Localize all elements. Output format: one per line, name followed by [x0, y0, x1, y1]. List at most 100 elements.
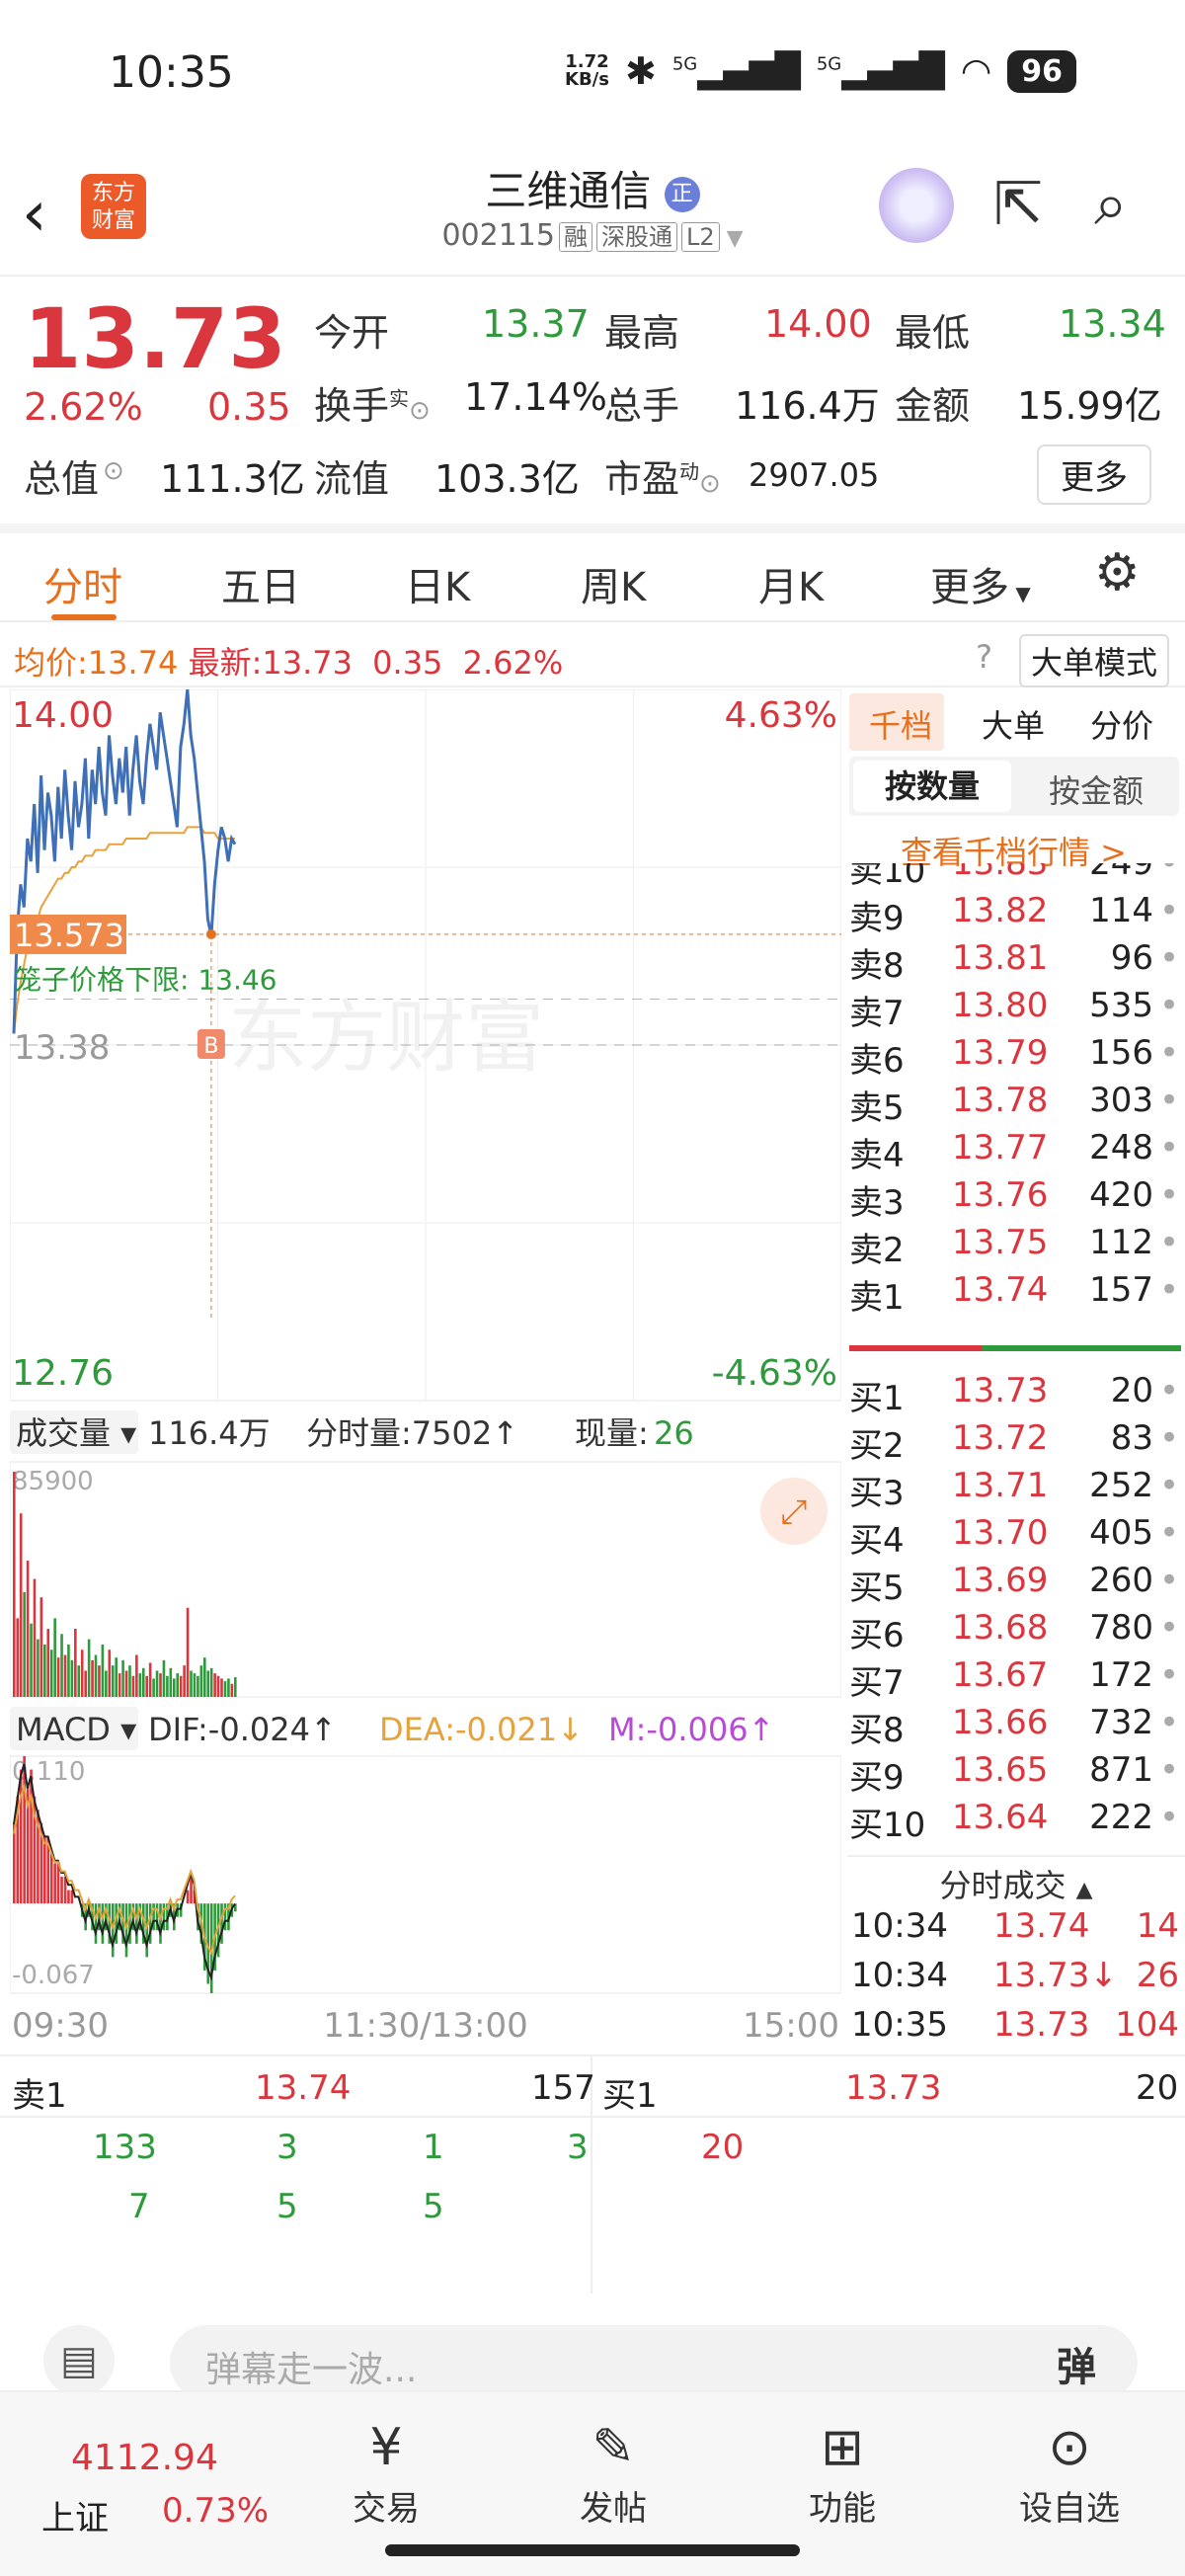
ask-queue-item: 7	[128, 2187, 150, 2226]
more-button[interactable]: 更多	[1037, 444, 1151, 505]
bid-row[interactable]: 买8 13.66 732 •	[849, 1699, 1181, 1750]
quote-panel: 13.73 2.62% 0.35 总值 ⊙ 111.3亿 今开 13.37 最高…	[0, 279, 1185, 516]
search-icon[interactable]: ⌕	[1094, 170, 1128, 239]
level-volume: 172	[1089, 1655, 1153, 1695]
level-price: 13.72	[952, 1418, 1049, 1458]
danmu-toggle-icon[interactable]: ▤	[43, 2325, 115, 2396]
ask-row[interactable]: 卖1 13.74 157 •	[849, 1266, 1181, 1318]
ask-row[interactable]: 卖7 13.80 535 •	[849, 982, 1181, 1033]
net-speed: 1.72 KB/s	[565, 51, 609, 90]
tab-monthly-k[interactable]: 月K	[758, 555, 824, 612]
queue-detail: 卖1 13.74 157 买1 13.73 20 133 3 1 3 7 5 5…	[0, 2054, 1185, 2294]
level-label: 买1	[849, 1379, 905, 1418]
tab-daily-k[interactable]: 日K	[405, 555, 470, 612]
ask-row[interactable]: 卖9 13.82 114 •	[849, 887, 1181, 938]
bid-row[interactable]: 买1 13.73 20 •	[849, 1367, 1181, 1418]
nav-trade[interactable]: ¥ 交易	[322, 2418, 450, 2530]
ask-queue-item: 133	[93, 2128, 157, 2167]
tab-more[interactable]: 更多 ▼	[930, 555, 1031, 612]
help-icon[interactable]: ?	[976, 638, 992, 676]
level-price: 13.78	[952, 1081, 1049, 1120]
buy-marker: B	[203, 1034, 218, 1059]
ask-row[interactable]: 卖2 13.75 112 •	[849, 1219, 1181, 1270]
low-label: 最低	[895, 311, 971, 355]
bid-row[interactable]: 买5 13.69 260 •	[849, 1557, 1181, 1608]
danmu-send-button[interactable]: 弹	[1057, 2335, 1096, 2392]
dot-icon: •	[1158, 1608, 1179, 1648]
bid-row[interactable]: 买2 13.72 83 •	[849, 1414, 1181, 1466]
ask-row[interactable]: 卖5 13.78 303 •	[849, 1077, 1181, 1128]
ask-row[interactable]: 卖10 13.83 249 •	[849, 863, 1181, 891]
trade-time: 10:35	[851, 2005, 948, 2045]
level-volume: 871	[1089, 1750, 1153, 1790]
volume-bar	[220, 1678, 223, 1697]
dot-icon: •	[1158, 1561, 1179, 1600]
change-amount: 0.35	[207, 385, 291, 429]
ask-row[interactable]: 卖8 13.81 96 •	[849, 934, 1181, 986]
level-volume: 405	[1089, 1513, 1153, 1553]
sub-tab-by-amount[interactable]: 按金额	[1017, 766, 1175, 812]
settings-gear-icon[interactable]: ⚙	[1094, 543, 1141, 603]
macd-max-label: 0.110	[12, 1757, 85, 1787]
share-icon[interactable]: ⇱	[993, 170, 1043, 239]
tag-l2[interactable]: L2	[680, 222, 720, 252]
macd-bar	[67, 1890, 70, 1904]
volume-bar	[43, 1644, 46, 1697]
status-icons: 1.72 KB/s ✱ 5G▂▄▆█ 5G▂▄▆█ ◠ 96	[565, 49, 1076, 93]
tab-weekly-k[interactable]: 周K	[581, 555, 646, 612]
trades-header[interactable]: 分时成交 ▲	[847, 1855, 1185, 1906]
trade-time: 10:34	[851, 1956, 948, 1995]
ask-row[interactable]: 卖6 13.79 156 •	[849, 1029, 1181, 1081]
macd-m: M:-0.006↑	[608, 1711, 774, 1748]
tab-price-split[interactable]: 分价	[1090, 701, 1153, 747]
tab-big-order[interactable]: 大单	[982, 701, 1045, 747]
badge-zheng: 正	[664, 176, 700, 212]
bid-row[interactable]: 买9 13.65 871 •	[849, 1746, 1181, 1798]
bid-row[interactable]: 买10 13.64 222 •	[849, 1794, 1181, 1845]
bid1-label: 买1	[602, 2076, 658, 2116]
ask-row[interactable]: 卖4 13.77 248 •	[849, 1124, 1181, 1175]
nav-post[interactable]: ✎ 发帖	[549, 2418, 677, 2530]
dot-icon: •	[1158, 1081, 1179, 1120]
nav-functions[interactable]: ⊞ 功能	[778, 2418, 907, 2530]
index-value[interactable]: 4112.94	[71, 2438, 218, 2478]
assistant-avatar-icon[interactable]	[879, 168, 954, 243]
home-indicator[interactable]	[385, 2544, 800, 2556]
macd-bar	[190, 1877, 193, 1904]
tab-5day[interactable]: 五日	[221, 555, 300, 612]
level-volume: 252	[1089, 1466, 1153, 1505]
macd-dif: DIF:-0.024↑	[148, 1711, 337, 1748]
volume-bar	[166, 1675, 169, 1697]
tab-depth[interactable]: 千档	[869, 701, 932, 747]
ask1-price: 13.74	[255, 2068, 352, 2108]
ask-row[interactable]: 卖3 13.76 420 •	[849, 1171, 1181, 1223]
level-label: 买9	[849, 1758, 905, 1798]
battery-indicator: 96	[1007, 49, 1076, 93]
bid-row[interactable]: 买3 13.71 252 •	[849, 1462, 1181, 1513]
bid-row[interactable]: 买4 13.70 405 •	[849, 1509, 1181, 1561]
macd-bar	[63, 1877, 67, 1904]
volume-bar	[63, 1654, 67, 1697]
order-book: 千档 大单 分价 按数量 按金额 查看千档行情 > 卖10 13.83 249 • 卖9…	[847, 689, 1185, 2053]
macd-bar	[159, 1903, 162, 1944]
level-label: 卖6	[849, 1041, 905, 1081]
volume-bar	[94, 1654, 98, 1697]
ask1-volume: 157	[531, 2068, 595, 2108]
level-price: 13.65	[952, 1750, 1049, 1790]
tab-intraday[interactable]: 分时	[43, 555, 122, 612]
volume-bar	[162, 1659, 166, 1697]
chevron-down-icon[interactable]: ▼	[720, 226, 744, 251]
bid-row[interactable]: 买6 13.68 780 •	[849, 1604, 1181, 1655]
volume-bar	[105, 1670, 108, 1697]
nav-add-watchlist[interactable]: ⊙ 设自选	[1005, 2418, 1134, 2530]
chart-svg[interactable]: 东方财富 B 14.00 4.63% 12.76 -4.63% 13.573 笼子价格下限: …	[9, 688, 842, 2053]
info-icon[interactable]: ⊙	[103, 456, 124, 486]
sub-tab-by-qty[interactable]: 按数量	[853, 761, 1011, 812]
level-price: 13.71	[952, 1466, 1049, 1505]
bid-row[interactable]: 买7 13.67 172 •	[849, 1651, 1181, 1703]
big-order-mode-button[interactable]: 大单模式	[1019, 634, 1170, 687]
volume-bar	[74, 1628, 77, 1697]
level-volume: 112	[1089, 1223, 1153, 1262]
intraday-chart[interactable]: 东方财富 B 14.00 4.63% 12.76 -4.63% 13.573 笼子价格下限: …	[9, 688, 842, 2053]
volume-bar	[169, 1667, 173, 1697]
